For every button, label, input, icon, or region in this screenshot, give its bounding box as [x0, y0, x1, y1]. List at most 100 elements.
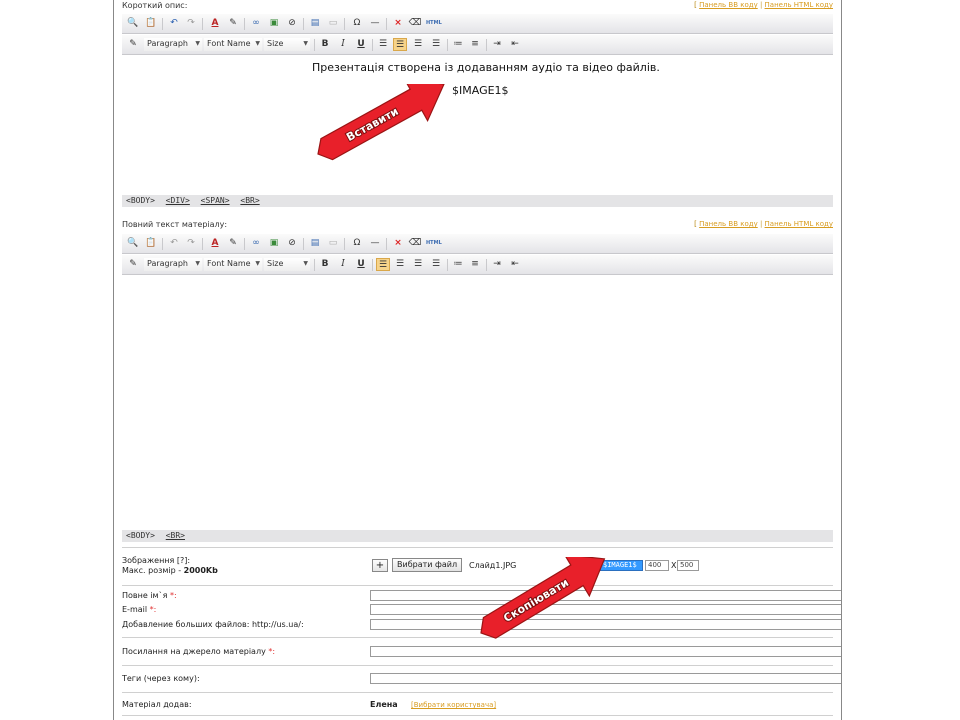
remove-format-icon[interactable]: ×	[391, 237, 405, 250]
toolbar-divider	[447, 259, 448, 271]
panel-links-separator: |	[757, 1, 765, 9]
align-center-icon[interactable]: ☰	[393, 258, 407, 271]
html-source-icon[interactable]: HTML	[426, 237, 442, 250]
outdent-icon[interactable]: ⇤	[508, 38, 522, 51]
size-select[interactable]: Size ▼	[264, 38, 310, 51]
choose-user-link[interactable]: [Вибрати користувача]	[411, 701, 841, 709]
paragraph-select[interactable]: Paragraph ▼	[144, 38, 202, 51]
italic-button[interactable]: I	[336, 258, 350, 271]
unordered-list-icon[interactable]: ≡	[468, 258, 482, 271]
ordered-list-icon[interactable]: ≔	[451, 258, 465, 271]
underline-button[interactable]: U	[354, 258, 368, 271]
status-tag[interactable]: <BODY>	[126, 196, 155, 205]
omega-icon[interactable]: Ω	[350, 237, 364, 250]
horizontal-rule-icon[interactable]: —	[368, 237, 382, 250]
short-desc-header: Короткий опис: [ Панель BB коду | Панель…	[122, 1, 833, 12]
edit-table-icon[interactable]: ▭	[326, 17, 340, 30]
toolbar-divider	[202, 18, 203, 30]
underline-button[interactable]: U	[354, 38, 368, 51]
table-icon[interactable]: ▤	[308, 237, 322, 250]
table-icon[interactable]: ▤	[308, 17, 322, 30]
indent-icon[interactable]: ⇥	[490, 38, 504, 51]
horizontal-rule-icon[interactable]: —	[368, 17, 382, 30]
full-text-editor[interactable]	[122, 277, 833, 529]
toolbar-divider	[344, 238, 345, 250]
align-justify-icon[interactable]: ☰	[429, 258, 443, 271]
eraser-icon[interactable]: ⌫	[408, 17, 422, 30]
text-color-icon[interactable]: A	[208, 17, 222, 30]
size-select-value: Size	[267, 259, 284, 268]
outdent-icon[interactable]: ⇤	[508, 258, 522, 271]
font-name-select[interactable]: Font Name ▼	[204, 38, 262, 51]
status-tag[interactable]: <SPAN>	[201, 196, 230, 205]
paste-icon[interactable]: 📋	[144, 17, 158, 30]
undo-icon[interactable]: ↶	[167, 17, 181, 30]
font-name-select-value: Font Name	[207, 39, 251, 48]
remove-format-icon[interactable]: ×	[391, 17, 405, 30]
html-panel-link[interactable]: Панель HTML коду	[765, 220, 833, 228]
choose-file-button[interactable]: Вибрати файл	[392, 558, 463, 572]
toolbar-divider	[386, 238, 387, 250]
eraser-icon[interactable]: ⌫	[408, 237, 422, 250]
align-left-icon[interactable]: ☰	[376, 258, 390, 271]
bold-button[interactable]: B	[318, 38, 332, 51]
link-icon[interactable]: ∞	[249, 237, 263, 250]
highlight-icon[interactable]: ✎	[226, 17, 240, 30]
image-icon[interactable]: ▣	[267, 17, 281, 30]
status-tag[interactable]: <BR>	[240, 196, 259, 205]
status-tag[interactable]: <BODY>	[126, 531, 155, 540]
short-desc-editor[interactable]: Презентація створена із додаванням аудіо…	[122, 57, 833, 194]
redo-icon[interactable]: ↷	[184, 237, 198, 250]
toolbar-divider	[486, 39, 487, 51]
toolbar-divider	[303, 18, 304, 30]
align-justify-icon[interactable]: ☰	[429, 38, 443, 51]
full-text-header: Повний текст матеріалу: [ Панель BB коду…	[122, 220, 833, 231]
edit-table-icon[interactable]: ▭	[326, 237, 340, 250]
bb-panel-link[interactable]: Панель BB коду	[699, 1, 758, 9]
font-name-select[interactable]: Font Name ▼	[204, 258, 262, 271]
align-right-icon[interactable]: ☰	[411, 258, 425, 271]
html-panel-link[interactable]: Панель HTML коду	[765, 1, 833, 9]
bold-button[interactable]: B	[318, 258, 332, 271]
html-source-icon[interactable]: HTML	[426, 17, 442, 30]
style-edit-icon[interactable]: ✎	[126, 38, 140, 51]
search-icon[interactable]: 🔍	[126, 17, 140, 30]
unordered-list-icon[interactable]: ≡	[468, 38, 482, 51]
size-select[interactable]: Size ▼	[264, 258, 310, 271]
panel-links: [ Панель BB коду | Панель HTML коду	[694, 220, 833, 228]
short-desc-statusbar: <BODY> <DIV> <SPAN> <BR>	[122, 195, 833, 207]
status-tag[interactable]: <DIV>	[166, 196, 190, 205]
indent-icon[interactable]: ⇥	[490, 258, 504, 271]
align-right-icon[interactable]: ☰	[411, 38, 425, 51]
redo-icon[interactable]: ↷	[184, 17, 198, 30]
image-width-field[interactable]: 400	[645, 560, 669, 571]
image-icon[interactable]: ▣	[267, 237, 281, 250]
bb-panel-link[interactable]: Панель BB коду	[699, 220, 758, 228]
unlink-icon[interactable]: ⊘	[285, 237, 299, 250]
omega-icon[interactable]: Ω	[350, 17, 364, 30]
align-left-icon[interactable]: ☰	[376, 38, 390, 51]
style-edit-icon[interactable]: ✎	[126, 258, 140, 271]
toolbar-divider	[314, 259, 315, 271]
full-text-statusbar: <BODY> <BR>	[122, 530, 833, 542]
paragraph-select[interactable]: Paragraph ▼	[144, 258, 202, 271]
text-color-icon[interactable]: A	[208, 237, 222, 250]
status-tag[interactable]: <BR>	[166, 531, 185, 540]
paste-icon[interactable]: 📋	[144, 237, 158, 250]
divider	[122, 692, 833, 693]
align-center-icon[interactable]: ☰	[393, 38, 407, 51]
toolbar-row-2: ✎ Paragraph ▼ Font Name ▼ Size ▼ B I U ☰ ☰ …	[122, 35, 833, 55]
add-image-button[interactable]: +	[372, 559, 388, 572]
unlink-icon[interactable]: ⊘	[285, 17, 299, 30]
image-height-field[interactable]: 500	[677, 560, 699, 571]
tags-input[interactable]	[370, 673, 841, 684]
divider	[122, 715, 833, 716]
italic-button[interactable]: I	[336, 38, 350, 51]
link-icon[interactable]: ∞	[249, 17, 263, 30]
search-icon[interactable]: 🔍	[126, 237, 140, 250]
panel-links-separator: |	[757, 220, 765, 228]
highlight-icon[interactable]: ✎	[226, 237, 240, 250]
undo-icon[interactable]: ↶	[167, 237, 181, 250]
ordered-list-icon[interactable]: ≔	[451, 38, 465, 51]
toolbar-divider	[244, 18, 245, 30]
